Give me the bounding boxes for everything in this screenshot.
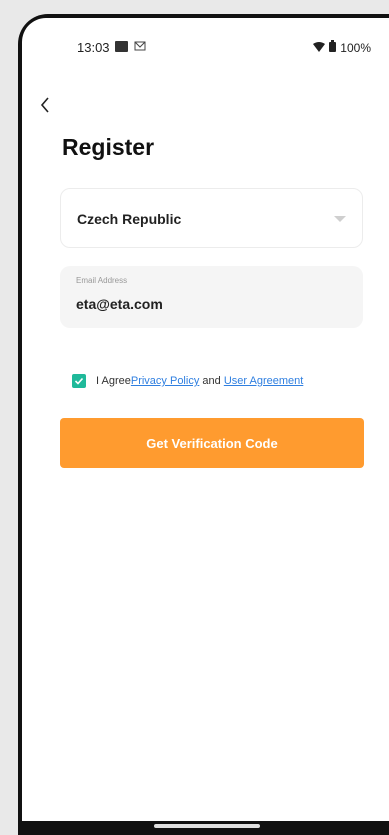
email-value[interactable]: eta@eta.com (76, 296, 163, 312)
back-button[interactable] (36, 94, 56, 116)
agree-checkbox[interactable] (72, 374, 86, 388)
agreement-row: I Agree Privacy Policy and User Agreement (72, 374, 303, 388)
caret-down-icon (334, 216, 346, 222)
status-bar: 13:03 100% (22, 18, 389, 66)
get-verification-code-button[interactable]: Get Verification Code (60, 418, 364, 468)
checkmark-icon (74, 377, 84, 385)
country-select[interactable]: Czech Republic (60, 188, 363, 248)
battery-icon (329, 40, 337, 55)
privacy-policy-link[interactable]: Privacy Policy (131, 375, 199, 387)
app-screen: 13:03 100% Register Czech Republic Email… (22, 18, 389, 835)
page-title: Register (62, 134, 155, 160)
wifi-icon (313, 41, 326, 55)
user-agreement-link[interactable]: User Agreement (224, 375, 303, 387)
mail-notification-icon (134, 39, 146, 57)
status-time: 13:03 (77, 40, 110, 55)
email-label: Email Address (76, 276, 128, 285)
notification-square-icon (115, 41, 128, 52)
nav-bar (22, 821, 389, 835)
status-right: 100% (313, 40, 371, 55)
agree-conjunction: and (202, 375, 221, 387)
country-value: Czech Republic (77, 211, 182, 227)
chevron-left-icon (40, 97, 49, 113)
home-indicator[interactable] (154, 824, 260, 828)
battery-percent: 100% (340, 40, 371, 55)
email-field[interactable]: Email Address eta@eta.com (60, 266, 363, 328)
agree-prefix: I Agree (96, 375, 131, 387)
